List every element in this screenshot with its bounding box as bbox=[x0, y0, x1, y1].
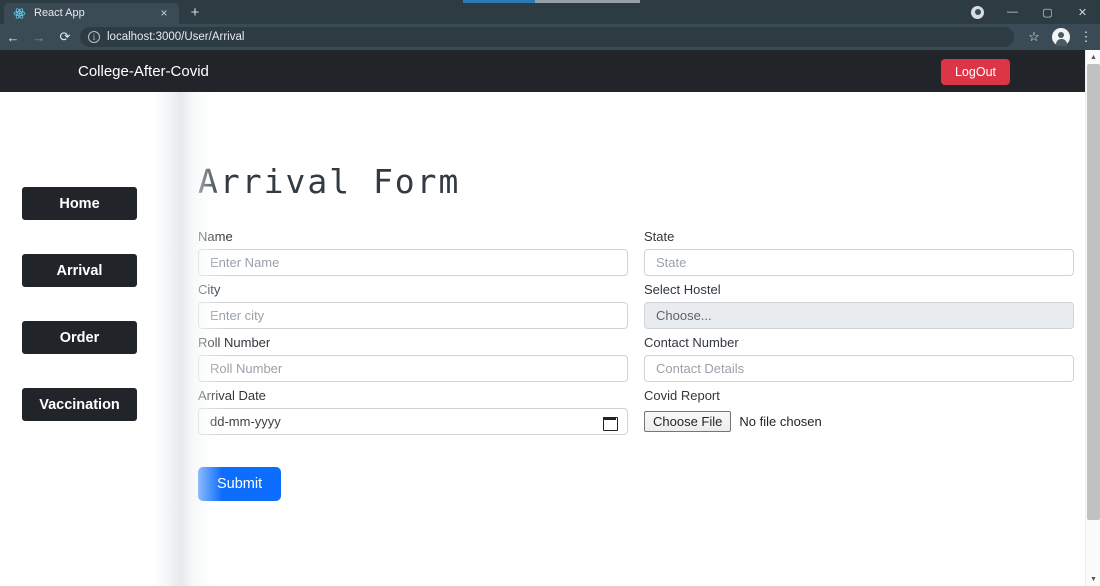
new-tab-icon[interactable]: + bbox=[186, 4, 204, 22]
city-input[interactable] bbox=[198, 302, 628, 329]
name-input[interactable] bbox=[198, 249, 628, 276]
address-bar[interactable]: i localhost:3000/User/Arrival bbox=[80, 27, 1014, 47]
reload-icon[interactable]: ⟳ bbox=[52, 24, 78, 50]
field-city: City bbox=[198, 282, 628, 329]
field-state: State bbox=[644, 229, 1074, 276]
sidebar-item-home[interactable]: Home bbox=[22, 187, 137, 220]
window-controls: — ▢ ✕ bbox=[960, 0, 1100, 24]
hostel-select-value: Choose... bbox=[656, 308, 712, 323]
scrollbar-thumb[interactable] bbox=[1087, 64, 1100, 520]
main-content: Arrival Form Name City Roll Number bbox=[198, 92, 1078, 586]
record-dot-icon[interactable] bbox=[960, 0, 995, 24]
form-column-left: Name City Roll Number Arrival Date bbox=[198, 229, 628, 501]
form-column-right: State Select Hostel Choose... Contact Nu… bbox=[644, 229, 1074, 501]
close-icon[interactable]: × bbox=[157, 6, 171, 20]
label-arrival-date: Arrival Date bbox=[198, 388, 266, 403]
file-status-text: No file chosen bbox=[739, 414, 822, 429]
navbar-brand[interactable]: College-After-Covid bbox=[78, 63, 209, 80]
contact-number-input[interactable] bbox=[644, 355, 1074, 382]
label-state: State bbox=[644, 229, 675, 244]
site-info-icon[interactable]: i bbox=[88, 31, 100, 43]
roll-number-input[interactable] bbox=[198, 355, 628, 382]
sidebar-item-vaccination[interactable]: Vaccination bbox=[22, 388, 137, 421]
covid-report-file-input[interactable]: Choose File No file chosen bbox=[644, 408, 1074, 435]
browser-toolbar: ← → ⟳ i localhost:3000/User/Arrival ☆ ⋮ bbox=[0, 24, 1100, 50]
top-strip-blue-segment bbox=[463, 0, 535, 3]
arrival-date-input[interactable]: dd-mm-yyyy bbox=[198, 408, 628, 435]
calendar-icon[interactable] bbox=[603, 414, 618, 431]
field-roll-number: Roll Number bbox=[198, 335, 628, 382]
top-strip bbox=[0, 0, 1100, 3]
submit-button[interactable]: Submit bbox=[198, 467, 282, 501]
sidebar: Home Arrival Order Vaccination bbox=[0, 92, 160, 586]
choose-file-button[interactable]: Choose File bbox=[644, 411, 732, 432]
bookmark-star-icon[interactable]: ☆ bbox=[1022, 29, 1046, 45]
arrival-form: Name City Roll Number Arrival Date bbox=[198, 229, 1078, 501]
label-city: City bbox=[198, 282, 221, 297]
forward-icon[interactable]: → bbox=[26, 24, 52, 50]
label-roll-number: Roll Number bbox=[198, 335, 271, 350]
scroll-up-arrow-icon[interactable]: ▲ bbox=[1086, 50, 1100, 64]
address-bar-url: localhost:3000/User/Arrival bbox=[107, 31, 245, 43]
chrome-menu-icon[interactable]: ⋮ bbox=[1076, 29, 1096, 45]
logout-button[interactable]: LogOut bbox=[940, 59, 1010, 85]
tab-title: React App bbox=[34, 7, 85, 19]
arrival-date-value: dd-mm-yyyy bbox=[210, 414, 281, 429]
maximize-icon[interactable]: ▢ bbox=[1030, 0, 1065, 24]
label-contact-number: Contact Number bbox=[644, 335, 739, 350]
back-icon[interactable]: ← bbox=[0, 24, 26, 50]
browser-tab[interactable]: React App × bbox=[4, 2, 179, 24]
window-close-icon[interactable]: ✕ bbox=[1065, 0, 1100, 24]
profile-avatar-icon[interactable] bbox=[1052, 28, 1070, 46]
scroll-down-arrow-icon[interactable]: ▼ bbox=[1086, 572, 1100, 586]
field-name: Name bbox=[198, 229, 628, 276]
page-scrollbar[interactable]: ▲ ▼ bbox=[1085, 50, 1100, 586]
field-select-hostel: Select Hostel Choose... bbox=[644, 282, 1074, 329]
app-navbar: College-After-Covid LogOut bbox=[0, 50, 1085, 92]
label-select-hostel: Select Hostel bbox=[644, 282, 721, 297]
react-logo-icon bbox=[12, 6, 26, 20]
hostel-select[interactable]: Choose... bbox=[644, 302, 1074, 329]
browser-window: React App × + — ▢ ✕ ← → ⟳ i localhost:30… bbox=[0, 0, 1100, 586]
minimize-icon[interactable]: — bbox=[995, 0, 1030, 24]
sidebar-item-arrival[interactable]: Arrival bbox=[22, 254, 137, 287]
sidebar-item-order[interactable]: Order bbox=[22, 321, 137, 354]
label-name: Name bbox=[198, 229, 233, 244]
state-input[interactable] bbox=[644, 249, 1074, 276]
page-viewport: College-After-Covid LogOut Home Arrival … bbox=[0, 50, 1100, 586]
field-covid-report: Covid Report Choose File No file chosen bbox=[644, 388, 1074, 435]
tab-bar: React App × + — ▢ ✕ bbox=[0, 0, 1100, 24]
page-title: Arrival Form bbox=[198, 162, 461, 201]
label-covid-report: Covid Report bbox=[644, 388, 720, 403]
field-arrival-date: Arrival Date dd-mm-yyyy bbox=[198, 388, 628, 435]
top-strip-grey-segment bbox=[535, 0, 640, 3]
field-contact-number: Contact Number bbox=[644, 335, 1074, 382]
